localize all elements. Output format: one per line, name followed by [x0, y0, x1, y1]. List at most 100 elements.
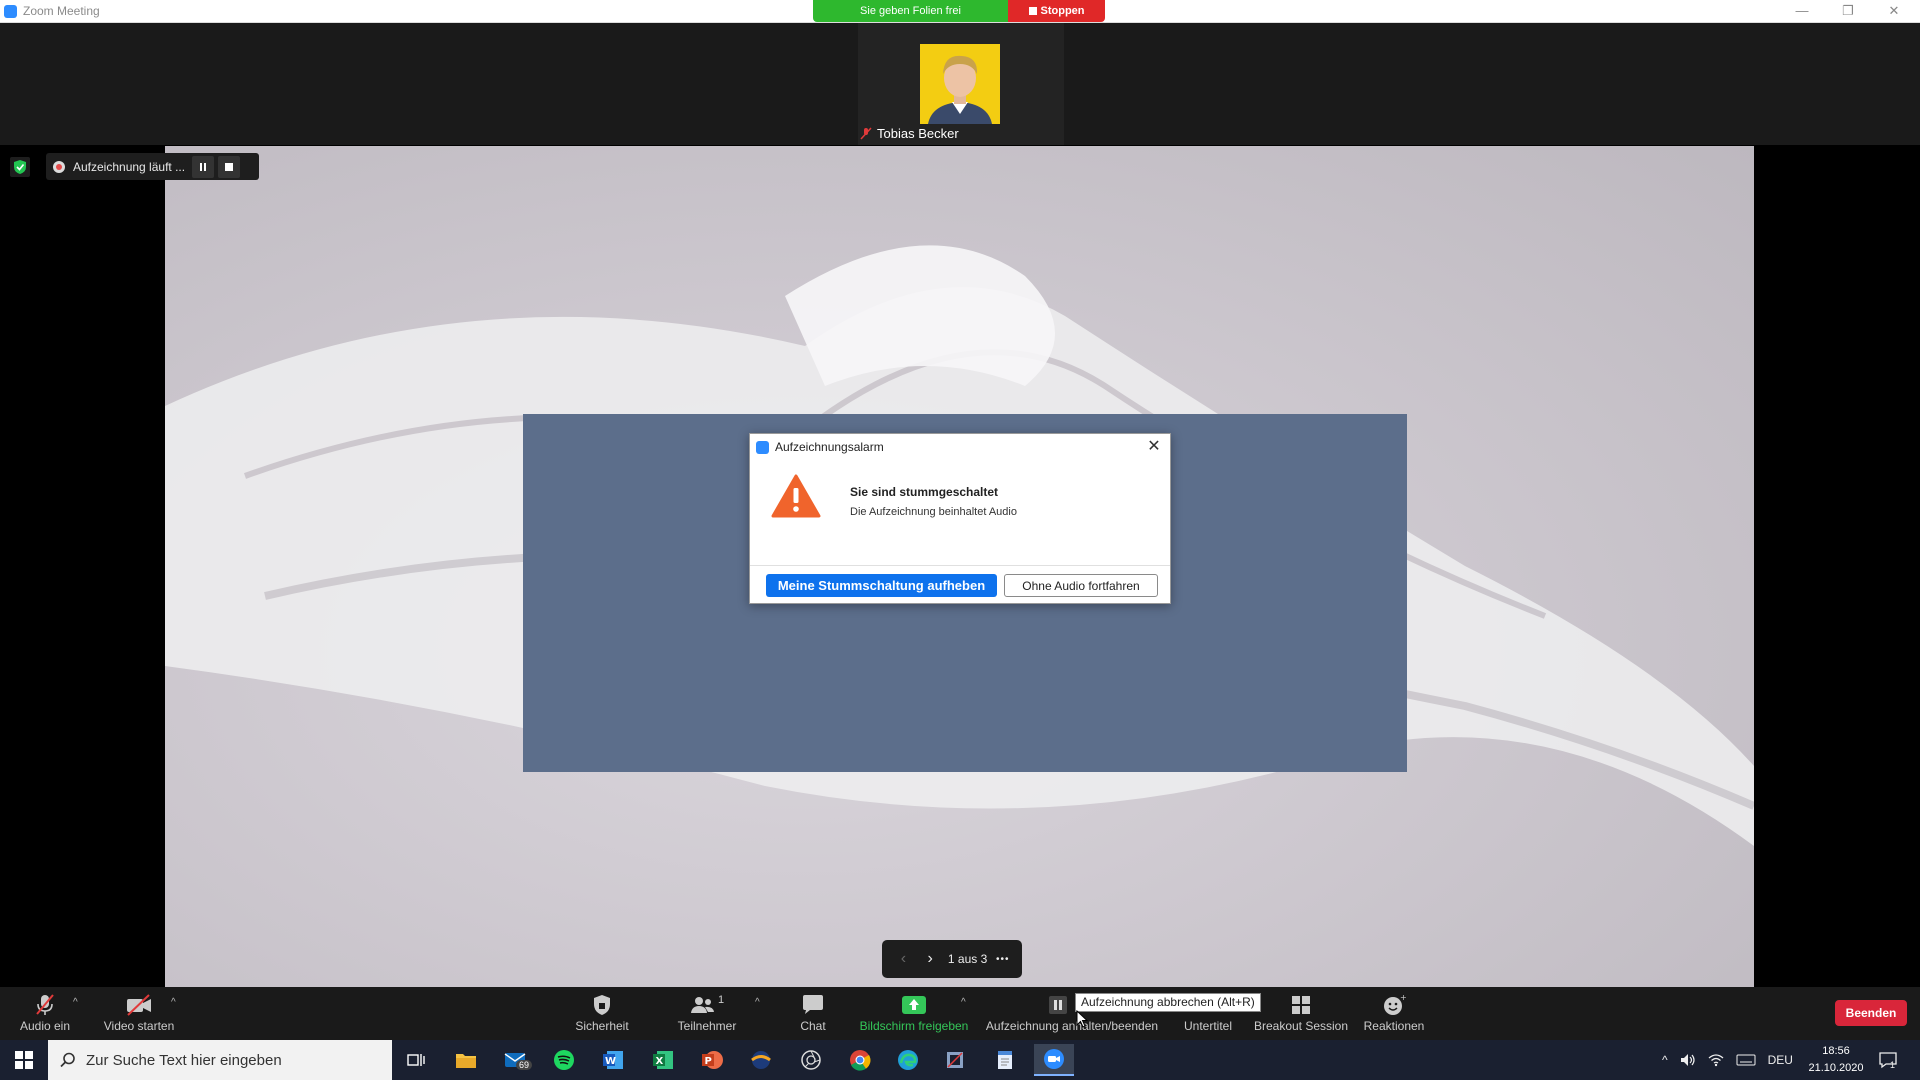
dialog-close-icon[interactable]: ✕: [1144, 437, 1164, 457]
svg-text:W: W: [605, 1056, 616, 1067]
sharing-status[interactable]: Sie geben Folien frei: [813, 0, 1008, 22]
minimize-button[interactable]: —: [1780, 0, 1824, 22]
svg-text:+: +: [1400, 994, 1406, 1002]
security-button[interactable]: Sicherheit: [570, 987, 634, 1040]
dialog-message: Die Aufzeichnung beinhaltet Audio: [850, 506, 1017, 518]
chat-button[interactable]: Chat: [790, 987, 836, 1040]
video-button[interactable]: Video starten: [100, 987, 178, 1040]
participant-video[interactable]: [920, 44, 1000, 124]
chrome-icon[interactable]: [840, 1044, 880, 1076]
warning-icon: [771, 474, 821, 518]
zoom-app-icon: [4, 5, 17, 18]
slide-page-indicator: 1 aus 3: [947, 952, 988, 966]
unmute-button[interactable]: Meine Stummschaltung aufheben: [766, 574, 997, 597]
meeting-toolbar: Audio ein ^ Video starten ^ Sicherheit 1…: [0, 987, 1920, 1040]
windows-logo-icon: [15, 1051, 33, 1069]
share-screen-label: Bildschirm freigeben: [859, 1019, 969, 1033]
file-explorer-icon[interactable]: [446, 1044, 486, 1076]
reactions-label: Reaktionen: [1363, 1019, 1425, 1033]
taskbar-clock[interactable]: 18:56 21.10.2020: [1800, 1043, 1872, 1077]
person-avatar-icon: [920, 44, 1000, 124]
audio-label: Audio ein: [19, 1019, 71, 1033]
zoom-app-icon: [756, 440, 769, 454]
windows-taskbar: 69 W X P ^ DEU 18:56 21.10.2020 1: [0, 1040, 1920, 1080]
start-button[interactable]: [0, 1040, 48, 1080]
notification-count: 1: [1890, 1060, 1896, 1070]
close-window-button[interactable]: ✕: [1872, 0, 1916, 22]
edge-icon[interactable]: [888, 1044, 928, 1076]
volume-icon[interactable]: [1680, 1053, 1696, 1067]
audio-options-chevron-icon[interactable]: ^: [73, 997, 78, 1008]
task-view-icon[interactable]: [396, 1044, 436, 1076]
pause-recording-button[interactable]: [192, 155, 214, 178]
excel-icon[interactable]: X: [643, 1044, 683, 1076]
stop-share-button[interactable]: Stoppen: [1008, 0, 1105, 22]
participants-button[interactable]: 1 Teilnehmer: [672, 987, 742, 1040]
security-label: Sicherheit: [575, 1019, 629, 1033]
restore-button[interactable]: ❐: [1826, 0, 1870, 22]
chat-label: Chat: [800, 1019, 826, 1033]
mail-icon[interactable]: 69: [496, 1044, 536, 1076]
share-screen-button[interactable]: Bildschirm freigeben: [856, 987, 972, 1040]
recording-dot-icon: [53, 160, 65, 173]
svg-text:X: X: [656, 1056, 664, 1067]
keyboard-icon[interactable]: [1736, 1054, 1756, 1066]
reactions-button[interactable]: + Reaktionen: [1362, 987, 1426, 1040]
app-icon-orange-blue[interactable]: [741, 1044, 781, 1076]
participant-name-label: Tobias Becker: [860, 124, 959, 142]
recording-alert-dialog: Aufzeichnungsalarm ✕ Sie sind stummgesch…: [749, 433, 1171, 604]
dialog-heading: Sie sind stummgeschaltet: [850, 485, 999, 499]
dialog-titlebar: Aufzeichnungsalarm: [750, 434, 1170, 460]
tray-overflow-chevron-icon[interactable]: ^: [1662, 1053, 1668, 1067]
more-options-icon[interactable]: •••: [996, 954, 1010, 965]
window-titlebar: Zoom Meeting Sie geben Folien frei Stopp…: [0, 0, 1920, 23]
mouse-cursor-icon: [1076, 1010, 1088, 1028]
recording-indicator: Aufzeichnung läuft ...: [46, 153, 259, 180]
video-options-chevron-icon[interactable]: ^: [171, 997, 176, 1008]
chat-icon: [803, 995, 823, 1014]
mail-badge: 69: [516, 1060, 533, 1070]
pause-recording-icon: [1049, 996, 1067, 1014]
video-label: Video starten: [103, 1019, 175, 1033]
next-slide-icon[interactable]: ›: [921, 950, 939, 968]
video-off-icon: [127, 994, 151, 1016]
continue-without-audio-button[interactable]: Ohne Audio fortfahren: [1004, 574, 1158, 597]
share-options-chevron-icon[interactable]: ^: [961, 997, 966, 1008]
spotify-icon[interactable]: [544, 1044, 584, 1076]
end-meeting-button[interactable]: Beenden: [1835, 1000, 1907, 1026]
snipping-tool-icon[interactable]: [935, 1044, 975, 1076]
powerpoint-icon[interactable]: P: [692, 1044, 732, 1076]
stop-recording-button[interactable]: [218, 155, 240, 178]
participant-name: Tobias Becker: [877, 125, 959, 141]
taskbar-search[interactable]: [48, 1040, 392, 1080]
record-tooltip: Aufzeichnung abbrechen (Alt+R): [1075, 993, 1261, 1012]
slide-navigator: ‹ › 1 aus 3 •••: [882, 940, 1022, 978]
audio-button[interactable]: Audio ein: [14, 987, 76, 1040]
stop-icon: [225, 162, 233, 171]
word-icon[interactable]: W: [593, 1044, 633, 1076]
zoom-taskbar-icon[interactable]: [1034, 1044, 1074, 1076]
notepad-icon[interactable]: [985, 1044, 1025, 1076]
participants-options-chevron-icon[interactable]: ^: [755, 997, 760, 1008]
clock-date: 21.10.2020: [1808, 1062, 1864, 1074]
pause-icon: [200, 162, 206, 171]
camera-aperture-icon[interactable]: [791, 1044, 831, 1076]
wifi-icon[interactable]: [1708, 1053, 1724, 1067]
encryption-shield-icon[interactable]: [10, 157, 30, 177]
dialog-title: Aufzeichnungsalarm: [775, 440, 884, 454]
system-tray: ^ DEU: [1662, 1040, 1793, 1080]
taskbar-search-input[interactable]: [86, 1051, 376, 1069]
breakout-session-button[interactable]: Breakout Session: [1254, 987, 1348, 1040]
clock-time: 18:56: [1822, 1045, 1850, 1057]
share-screen-icon: [902, 996, 926, 1014]
window-title: Zoom Meeting: [23, 4, 100, 18]
breakout-grid-icon: [1292, 996, 1310, 1014]
muted-mic-icon: [36, 994, 54, 1015]
shield-icon: [594, 995, 610, 1015]
prev-slide-icon[interactable]: ‹: [894, 950, 912, 968]
input-language-label[interactable]: DEU: [1768, 1053, 1793, 1067]
notification-center-button[interactable]: 1: [1878, 1040, 1897, 1080]
recording-status-label: Aufzeichnung läuft ...: [73, 159, 186, 174]
svg-text:P: P: [705, 1056, 712, 1067]
muted-mic-icon: [860, 126, 872, 140]
